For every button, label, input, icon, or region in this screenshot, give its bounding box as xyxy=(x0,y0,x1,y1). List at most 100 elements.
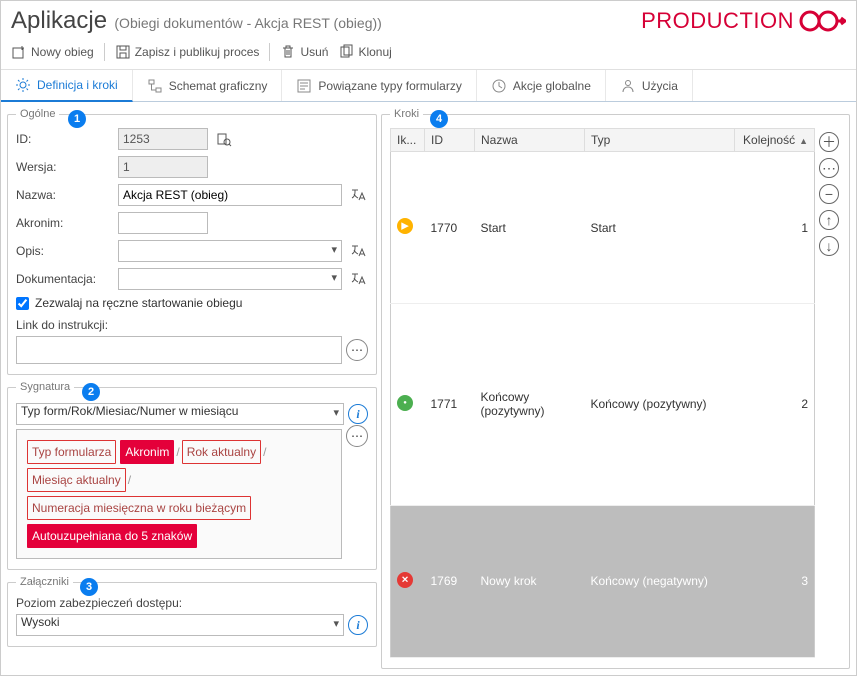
info-icon[interactable]: i xyxy=(348,404,368,424)
signature-select[interactable]: Typ form/Rok/Miesiac/Numer w miesiącu xyxy=(16,403,344,425)
toolbar: Nowy obieg Zapisz i publikuj proces Usuń… xyxy=(1,35,856,70)
save-publish-label: Zapisz i publikuj proces xyxy=(135,45,260,59)
tab-label: Akcje globalne xyxy=(513,79,591,93)
clone-button[interactable]: Klonuj xyxy=(338,44,391,60)
table-row[interactable]: 1769Nowy krokKońcowy (negatywny)3 xyxy=(391,505,815,657)
table-row[interactable]: 1770StartStart1 xyxy=(391,152,815,304)
delete-label: Usuń xyxy=(300,45,328,59)
steps-side-buttons: ＋ ⋯ − ↑ ↓ xyxy=(817,128,841,658)
col-icon[interactable]: Ik... xyxy=(391,129,425,152)
translate-icon xyxy=(350,187,366,203)
usages-icon xyxy=(620,78,636,94)
tab-form-types[interactable]: Powiązane typy formularzy xyxy=(282,70,476,101)
col-name[interactable]: Nazwa xyxy=(475,129,585,152)
general-legend: Ogólne xyxy=(20,108,55,120)
diagram-icon xyxy=(147,78,163,94)
cell-id: 1770 xyxy=(425,152,475,304)
attachments-legend: Załączniki xyxy=(20,576,69,588)
general-fieldset: Ogólne 1 ID: Wersja: Nazwa: xyxy=(7,108,377,375)
cell-id: 1771 xyxy=(425,304,475,505)
version-label: Wersja: xyxy=(16,160,112,174)
link-more-button[interactable]: ⋯ xyxy=(346,339,368,361)
tab-usages[interactable]: Użycia xyxy=(606,70,693,101)
tab-label: Schemat graficzny xyxy=(169,79,268,93)
doc-select[interactable] xyxy=(118,268,342,290)
tag-acronym: Akronim xyxy=(120,440,174,464)
link-input[interactable] xyxy=(16,336,342,364)
badge-3: 3 xyxy=(80,578,98,596)
tag-month-numbering: Numeracja miesięczna w roku bieżącym xyxy=(27,496,251,520)
id-input xyxy=(118,128,208,150)
info-icon[interactable]: i xyxy=(348,615,368,635)
save-publish-button[interactable]: Zapisz i publikuj proces xyxy=(115,44,260,60)
doc-translate-button[interactable] xyxy=(348,269,368,289)
new-flow-label: Nowy obieg xyxy=(31,45,94,59)
acronym-input[interactable] xyxy=(118,212,208,234)
tab-schema[interactable]: Schemat graficzny xyxy=(133,70,283,101)
environment-text: PRODUCTION xyxy=(641,8,794,34)
step-add-button[interactable]: ＋ xyxy=(819,132,839,152)
cell-name: Nowy krok xyxy=(475,505,585,657)
col-id[interactable]: ID xyxy=(425,129,475,152)
signature-tokens: Typ formularzaAkronim/Rok aktualny/ Mies… xyxy=(16,429,342,559)
acronym-label: Akronim: xyxy=(16,216,112,230)
id-label: ID: xyxy=(16,132,112,146)
allow-manual-checkbox[interactable] xyxy=(16,297,29,310)
page-subtitle: (Obiegi dokumentów - Akcja REST (obieg)) xyxy=(114,15,381,31)
cell-type: Końcowy (pozytywny) xyxy=(585,304,735,505)
step-more-button[interactable]: ⋯ xyxy=(819,158,839,178)
logo-icon xyxy=(798,9,846,33)
new-flow-button[interactable]: Nowy obieg xyxy=(11,44,94,60)
delete-button[interactable]: Usuń xyxy=(280,44,328,60)
sort-asc-icon: ▲ xyxy=(799,136,808,146)
steps-table[interactable]: Ik... ID Nazwa Typ Kolejność▲ 1770StartS… xyxy=(390,128,815,658)
environment-label: PRODUCTION xyxy=(641,8,846,34)
badge-4: 4 xyxy=(430,110,448,128)
col-order[interactable]: Kolejność▲ xyxy=(735,129,815,152)
right-column: Kroki 4 Ik... ID Nazwa Typ Kolejność▲ xyxy=(381,108,850,669)
step-move-up-button[interactable]: ↑ xyxy=(819,210,839,230)
access-level-label: Poziom zabezpieczeń dostępu: xyxy=(16,596,368,610)
tab-definition[interactable]: Definicja i kroki xyxy=(1,70,133,102)
allow-manual-label: Zezwalaj na ręczne startowanie obiegu xyxy=(35,296,242,310)
cell-type: Końcowy (negatywny) xyxy=(585,505,735,657)
badge-1: 1 xyxy=(68,110,86,128)
step-remove-button[interactable]: − xyxy=(819,184,839,204)
cell-type: Start xyxy=(585,152,735,304)
step-status-icon xyxy=(397,395,413,411)
content-body: Ogólne 1 ID: Wersja: Nazwa: xyxy=(1,102,856,675)
desc-label: Opis: xyxy=(16,244,112,258)
id-lookup-button[interactable] xyxy=(214,129,234,149)
app-window: Aplikacje (Obiegi dokumentów - Akcja RES… xyxy=(0,0,857,676)
col-type[interactable]: Typ xyxy=(585,129,735,152)
desc-translate-button[interactable] xyxy=(348,241,368,261)
tab-label: Użycia xyxy=(642,79,678,93)
link-label: Link do instrukcji: xyxy=(16,318,368,332)
clone-label: Klonuj xyxy=(358,45,391,59)
tab-label: Definicja i kroki xyxy=(37,78,118,92)
signature-more-button[interactable]: ⋯ xyxy=(346,425,368,447)
gear-icon xyxy=(15,77,31,93)
forms-icon xyxy=(296,78,312,94)
desc-select[interactable] xyxy=(118,240,342,262)
step-move-down-button[interactable]: ↓ xyxy=(819,236,839,256)
name-label: Nazwa: xyxy=(16,188,112,202)
tag-month: Miesiąc aktualny xyxy=(27,468,126,492)
badge-2: 2 xyxy=(82,383,100,401)
doc-label: Dokumentacja: xyxy=(16,272,112,286)
access-level-select[interactable]: Wysoki xyxy=(16,614,344,636)
translate-icon xyxy=(350,271,366,287)
access-level-value: Wysoki xyxy=(21,615,60,629)
table-row[interactable]: 1771Końcowy (pozytywny)Końcowy (pozytywn… xyxy=(391,304,815,505)
tabstrip: Definicja i kroki Schemat graficzny Powi… xyxy=(1,70,856,102)
tag-autofill: Autouzupełniana do 5 znaków xyxy=(27,524,197,548)
name-translate-button[interactable] xyxy=(348,185,368,205)
actions-icon xyxy=(491,78,507,94)
steps-legend: Kroki xyxy=(394,108,419,120)
cell-name: Końcowy (pozytywny) xyxy=(475,304,585,505)
version-input xyxy=(118,156,208,178)
save-icon xyxy=(115,44,131,60)
name-input[interactable] xyxy=(118,184,342,206)
tab-global-actions[interactable]: Akcje globalne xyxy=(477,70,606,101)
tag-year: Rok aktualny xyxy=(182,440,261,464)
